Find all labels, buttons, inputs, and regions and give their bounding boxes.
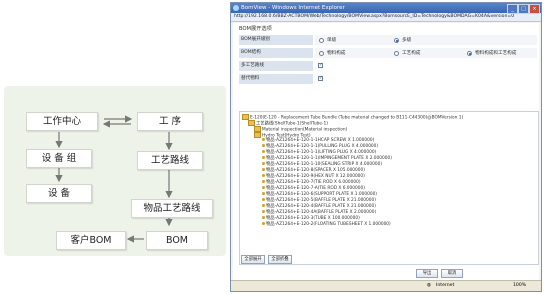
item-icon — [262, 186, 265, 189]
export-button[interactable]: 导出 — [416, 269, 438, 278]
tree-item-label: 物品-AZ1264+E-120-2(FLOATING TUBESHEET X 1… — [266, 222, 391, 227]
option-cell: 物料构成 工艺构成 物料构成和工艺构成 — [315, 48, 537, 58]
node-process: 工 序 — [137, 112, 203, 131]
checkbox-substitute[interactable]: ✓ — [318, 76, 323, 81]
section-title: BOM展开选项 — [239, 26, 272, 32]
radio-process[interactable] — [394, 51, 399, 56]
status-bar: ◍ Internet 100% — [231, 280, 541, 291]
tree-item-label: 物品-AZ1264+E-120-3(TUBE X 100.000000) — [266, 216, 360, 221]
item-icon — [262, 204, 265, 207]
node-bom: BOM — [146, 231, 208, 250]
node-item-process-route: 物品工艺路线 — [131, 199, 213, 218]
item-icon — [262, 168, 265, 171]
item-icon — [262, 198, 265, 201]
options-grid: BOM展开级别 单级 多级 BOM结构 物料构成 工艺构成 物料构成和工艺构成 — [239, 34, 537, 86]
zoom-level[interactable]: 100% — [513, 281, 526, 291]
item-icon — [262, 222, 265, 225]
option-label: 替代物料 — [239, 74, 313, 84]
title-bar: BomView - Windows Internet Explorer _ □ … — [231, 3, 541, 14]
radio-material[interactable] — [319, 51, 324, 56]
bom-tree[interactable]: E-120(E-120 - Replacement Tube Bundle (T… — [239, 111, 539, 265]
item-icon — [262, 210, 265, 213]
tree-item-label: 物品-AZ1264+E-120-1-1HCAP SCREW X 1.000000… — [266, 138, 375, 143]
process-flowchart: 工作中心 工 序 设 备 组 工艺路线 设 备 物品工艺路线 客户BOM BOM — [4, 86, 226, 256]
option-label: 多工艺路线 — [239, 61, 313, 71]
maximize-button[interactable]: □ — [518, 4, 529, 14]
radio-label: 单级 — [327, 38, 337, 43]
radio-label: 工艺构成 — [402, 51, 421, 56]
item-icon — [262, 180, 265, 183]
option-row-substitute: 替代物料 ✓ — [239, 73, 537, 86]
radio-multi-level[interactable] — [394, 38, 399, 43]
radio-single-level[interactable] — [319, 38, 324, 43]
minimize-button[interactable]: _ — [507, 4, 518, 14]
tree-item-label: 物品-AZ1264+E-120-6(SUPPORT PLATE X 1.0000… — [266, 192, 377, 197]
tree-item-label: 物品-AZ1264+E-120-7-A(TIE ROD X 6.000000) — [266, 186, 365, 191]
globe-icon: ◍ — [427, 283, 432, 288]
page-content: BOM展开选项 BOM展开级别 单级 多级 BOM结构 物料构成 工艺构成 物料… — [233, 23, 539, 280]
radio-label: 多级 — [402, 38, 412, 43]
item-icon — [262, 138, 265, 141]
expand-all-button[interactable]: 全部展开 — [241, 255, 265, 264]
node-process-route: 工艺路线 — [137, 151, 203, 170]
item-icon — [262, 216, 265, 219]
node-equipment: 设 备 — [26, 184, 92, 203]
option-label: BOM展开级别 — [239, 35, 313, 45]
status-zone: Internet — [436, 283, 455, 288]
checkbox-multi-route[interactable]: ✓ — [318, 63, 323, 68]
item-icon — [262, 156, 265, 159]
option-row-structure: BOM结构 物料构成 工艺构成 物料构成和工艺构成 — [239, 47, 537, 60]
tree-item-label: 物品-AZ1264+E-120-1-10(SEALING STRIP X 4.0… — [266, 162, 383, 167]
tree-item-label: 物品-AZ1264+E-120-8(SPACER X 105.000000) — [266, 168, 365, 173]
option-cell: 单级 多级 — [315, 35, 537, 45]
tree-item-label: 物品-AZ1264+E-120-7(TIE ROD X 6.000000) — [266, 180, 361, 185]
browser-window: BomView - Windows Internet Explorer _ □ … — [230, 2, 542, 292]
folder-icon — [254, 132, 261, 138]
tree-item-label: 物品-AZ1264+E-120-4A(BAFFLE PLATE X 2.0000… — [266, 210, 377, 215]
radio-material-and-process[interactable] — [467, 51, 472, 56]
radio-label: 物料构成和工艺构成 — [475, 51, 517, 56]
tree-item-label: 物品-AZ1264+E-120-9(HEX NUT X 12.000000) — [266, 174, 365, 179]
tree-item-label: 物品-AZ1264+E-120-1-1(IMPINGEMENT PLATE X … — [266, 156, 392, 161]
option-row-expand-level: BOM展开级别 单级 多级 — [239, 34, 537, 47]
address-bar[interactable]: http://192.168.0.6/BBZ-ACTBOM/Web/Techno… — [231, 13, 541, 22]
close-button[interactable]: × — [529, 4, 540, 14]
tree-item-label: 物品-AZ1264+E-120-5(BAFFLE PLATE X 21.0000… — [266, 198, 376, 203]
tree-item-label: 物品-AZ1264+E-120-1-1(PULLING PLUG X 4.000… — [266, 144, 379, 149]
node-equipment-group: 设 备 组 — [26, 149, 92, 168]
item-icon — [262, 174, 265, 177]
item-icon — [262, 150, 265, 153]
tree-item-label: 物品-AZ1264+E-120-1-1(LIFTING PLUG X 4.000… — [266, 150, 377, 155]
item-icon — [262, 192, 265, 195]
collapse-all-button[interactable]: 全部折叠 — [268, 255, 292, 264]
address-url[interactable]: http://192.168.0.6/BBZ-ACTBOM/Web/Techno… — [234, 14, 514, 19]
option-row-multi-route: 多工艺路线 ✓ — [239, 60, 537, 73]
window-title: BomView - Windows Internet Explorer — [241, 5, 345, 11]
node-customer-bom: 客户BOM — [56, 231, 126, 250]
cancel-button[interactable]: 取消 — [441, 269, 463, 278]
radio-label: 物料构成 — [327, 51, 346, 56]
item-icon — [262, 162, 265, 165]
item-icon — [262, 144, 265, 147]
ie-icon — [233, 5, 239, 11]
node-work-center: 工作中心 — [26, 112, 98, 131]
tree-item[interactable]: 物品-AZ1264+E-120-2(FLOATING TUBESHEET X 1… — [262, 222, 391, 228]
option-label: BOM结构 — [239, 48, 313, 58]
tree-item-label: 物品-AZ1264+E-120-4(BAFFLE PLATE X 21.0000… — [266, 204, 376, 209]
